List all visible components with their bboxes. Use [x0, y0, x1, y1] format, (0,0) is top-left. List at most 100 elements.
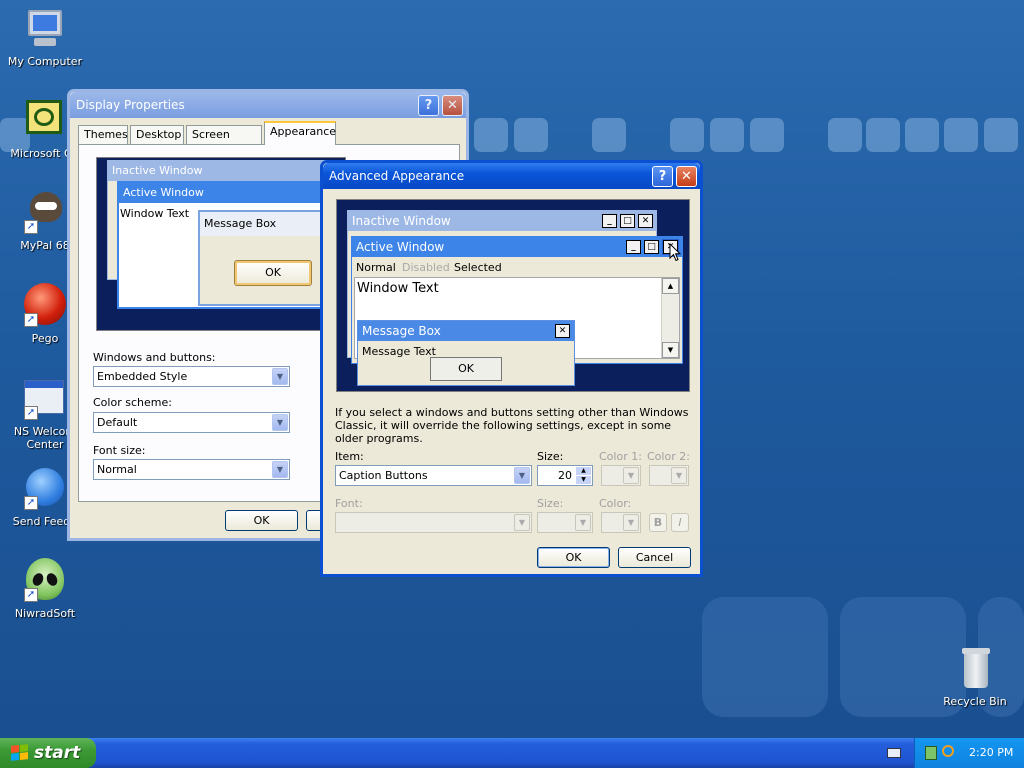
tab-screen-saver[interactable]: Screen Saver	[186, 125, 262, 159]
color1-label: Color 1:	[599, 450, 642, 463]
window-app-icon: ➚	[22, 376, 68, 422]
system-tray: 2:20 PM	[914, 738, 1024, 768]
recycle-bin-icon	[952, 646, 998, 692]
chevron-down-icon: ▼	[272, 461, 288, 478]
ok-button[interactable]: OK	[225, 510, 298, 531]
windows-logo-icon	[11, 744, 28, 762]
preview-window-text: Window Text	[357, 281, 439, 296]
start-button[interactable]: start	[0, 738, 96, 768]
size-value: 20	[558, 469, 572, 482]
font-color-picker[interactable]: ▼	[601, 512, 641, 533]
windows-buttons-label: Windows and buttons:	[93, 351, 216, 364]
close-icon: ✕	[681, 169, 692, 184]
advanced-preview: Inactive Window _ □ ✕ Active Window _ □ …	[336, 199, 690, 392]
windows-buttons-value: Embedded Style	[97, 370, 188, 383]
desktop-icon-label: Recycle Bin	[943, 695, 1007, 708]
advanced-appearance-titlebar[interactable]: Advanced Appearance ? ✕	[323, 163, 700, 189]
close-button[interactable]: ✕	[676, 166, 697, 187]
spin-down-icon[interactable]: ▼	[576, 476, 591, 484]
preview-message-box: Message Box OK	[198, 210, 338, 306]
preview-message-box: Message Box ✕ Message Text OK	[357, 320, 575, 386]
send-feedback-icon: ➚	[22, 466, 68, 512]
help-button[interactable]: ?	[418, 95, 439, 116]
chevron-down-icon: ▼	[623, 467, 639, 484]
size-spinner[interactable]: 20 ▲ ▼	[537, 465, 593, 486]
item-label: Item:	[335, 450, 364, 463]
item-value: Caption Buttons	[339, 469, 428, 482]
color-scheme-select[interactable]: Default ▼	[93, 412, 290, 433]
maximize-icon: □	[644, 240, 659, 254]
alien-icon: ➚	[22, 558, 68, 604]
preview-scrollbar: ▲ ▼	[661, 278, 679, 358]
color2-picker[interactable]: ▼	[649, 465, 689, 486]
color2-label: Color 2:	[647, 450, 690, 463]
maximize-icon: □	[620, 214, 635, 228]
color1-picker[interactable]: ▼	[601, 465, 641, 486]
chevron-down-icon: ▼	[272, 368, 288, 385]
scroll-down-icon: ▼	[662, 342, 679, 358]
tab-themes[interactable]: Themes	[78, 125, 128, 145]
ok-button[interactable]: OK	[537, 547, 610, 568]
font-size-value: Normal	[97, 463, 137, 476]
desktop-icon-label: My Computer	[7, 55, 83, 68]
font-size-label: Size:	[537, 497, 564, 510]
font-select[interactable]: ▼	[335, 512, 532, 533]
preview-msgbox-title: Message Box	[358, 321, 574, 341]
font-color-label: Color:	[599, 497, 632, 510]
network-icon[interactable]	[925, 746, 937, 760]
close-button[interactable]: ✕	[442, 95, 463, 116]
preview-msgbox-title: Message Box	[200, 212, 336, 236]
tab-appearance[interactable]: Appearance	[264, 121, 336, 145]
computer-icon	[22, 6, 68, 52]
tab-desktop[interactable]: Desktop	[130, 125, 184, 145]
chevron-down-icon: ▼	[623, 514, 639, 531]
color-scheme-label: Color scheme:	[93, 396, 172, 409]
appearance-preview: Inactive Window Active Window Window Tex…	[96, 157, 346, 331]
preview-message-text: Message Text	[362, 345, 436, 358]
chevron-down-icon: ▼	[575, 514, 591, 531]
keyboard-icon[interactable]	[887, 748, 901, 758]
minimize-icon: _	[626, 240, 641, 254]
minimize-icon: _	[602, 214, 617, 228]
size-label: Size:	[537, 450, 564, 463]
font-size-label: Font size:	[93, 444, 146, 457]
bold-button[interactable]: B	[649, 513, 667, 532]
taskbar: start 2:20 PM	[0, 738, 1024, 768]
desktop-icon-niwradsoft[interactable]: ➚ NiwradSoft	[0, 558, 90, 620]
desktop-icon-my-computer[interactable]: My Computer	[0, 6, 90, 68]
item-select[interactable]: Caption Buttons ▼	[335, 465, 532, 486]
start-label: start	[34, 743, 81, 763]
preview-ok-button: OK	[430, 357, 502, 381]
window-title: Display Properties	[76, 98, 185, 112]
scroll-up-icon: ▲	[662, 278, 679, 294]
chevron-down-icon: ▼	[272, 414, 288, 431]
preview-ok-button: OK	[234, 260, 312, 286]
font-size-select[interactable]: Normal ▼	[93, 459, 290, 480]
desktop-icon-label: NiwradSoft	[14, 607, 76, 620]
help-icon: ?	[424, 98, 433, 113]
chevron-down-icon: ▼	[514, 467, 530, 484]
raccoon-icon: ➚	[22, 190, 68, 236]
advanced-appearance-dialog: Advanced Appearance ? ✕ Inactive Window …	[320, 160, 703, 577]
font-label: Font:	[335, 497, 363, 510]
outlook-icon	[22, 98, 68, 144]
help-button[interactable]: ?	[652, 166, 673, 187]
clock[interactable]: 2:20 PM	[969, 738, 1013, 768]
preview-menu-selected: Selected	[454, 261, 502, 274]
preview-active-title: Active Window	[119, 183, 335, 203]
spin-up-icon[interactable]: ▲	[576, 467, 591, 475]
mouse-cursor-icon	[669, 243, 681, 262]
close-icon: ✕	[638, 214, 653, 228]
preview-window-text: Window Text	[120, 207, 190, 220]
windows-buttons-select[interactable]: Embedded Style ▼	[93, 366, 290, 387]
italic-button[interactable]: I	[671, 513, 689, 532]
desktop-icon-recycle-bin[interactable]: Recycle Bin	[930, 646, 1020, 708]
font-size-select[interactable]: ▼	[537, 512, 593, 533]
red-orb-icon: ➚	[22, 283, 68, 329]
display-properties-titlebar[interactable]: Display Properties ? ✕	[70, 92, 466, 118]
cancel-button[interactable]: Cancel	[618, 547, 691, 568]
close-icon: ✕	[447, 98, 458, 113]
search-icon[interactable]	[942, 745, 954, 757]
color-scheme-value: Default	[97, 416, 138, 429]
override-note: If you select a windows and buttons sett…	[335, 406, 689, 445]
